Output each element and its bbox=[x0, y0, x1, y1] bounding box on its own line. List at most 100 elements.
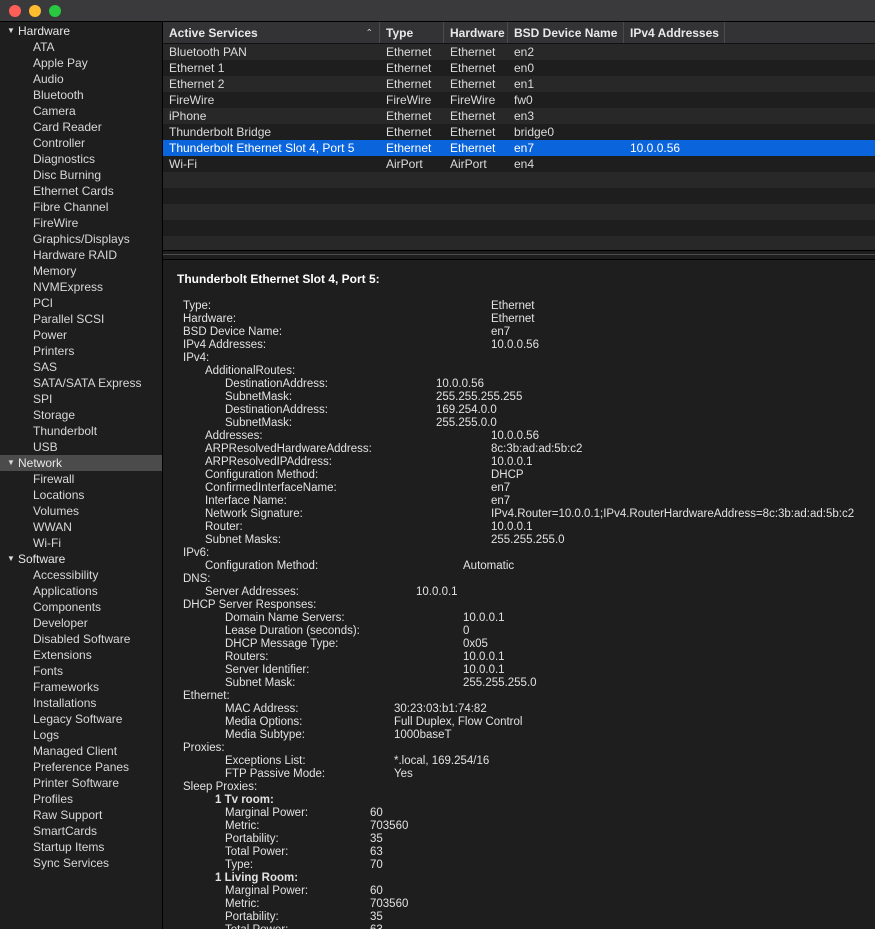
sidebar-item-legacy-software[interactable]: Legacy Software bbox=[0, 711, 162, 727]
pane-splitter[interactable] bbox=[163, 250, 875, 260]
sidebar-item-preference-panes[interactable]: Preference Panes bbox=[0, 759, 162, 775]
column-header-type[interactable]: Type bbox=[380, 22, 444, 43]
column-header-hardware[interactable]: Hardware bbox=[444, 22, 508, 43]
sidebar-item-usb[interactable]: USB bbox=[0, 439, 162, 455]
table-row[interactable]: Ethernet 2EthernetEtherneten1 bbox=[163, 76, 875, 92]
sidebar-item-bluetooth[interactable]: Bluetooth bbox=[0, 87, 162, 103]
sidebar-group-hardware[interactable]: ▼Hardware bbox=[0, 23, 162, 39]
table-row[interactable]: Ethernet 1EthernetEtherneten0 bbox=[163, 60, 875, 76]
sidebar-item-smartcards[interactable]: SmartCards bbox=[0, 823, 162, 839]
minimize-icon[interactable] bbox=[29, 5, 41, 17]
sidebar-item-firewall[interactable]: Firewall bbox=[0, 471, 162, 487]
sidebar[interactable]: ▼HardwareATAApple PayAudioBluetoothCamer… bbox=[0, 22, 163, 929]
services-table-body[interactable]: Bluetooth PANEthernetEtherneten2Ethernet… bbox=[163, 44, 875, 250]
detail-value: 60 bbox=[370, 807, 383, 820]
table-row-empty[interactable] bbox=[163, 204, 875, 220]
table-row[interactable]: FireWireFireWireFireWirefw0 bbox=[163, 92, 875, 108]
sidebar-item-disabled-software[interactable]: Disabled Software bbox=[0, 631, 162, 647]
detail-row: ARPResolvedIPAddress:10.0.0.1 bbox=[163, 456, 875, 469]
sidebar-item-thunderbolt[interactable]: Thunderbolt bbox=[0, 423, 162, 439]
sidebar-item-sas[interactable]: SAS bbox=[0, 359, 162, 375]
sidebar-item-power[interactable]: Power bbox=[0, 327, 162, 343]
sidebar-item-controller[interactable]: Controller bbox=[0, 135, 162, 151]
column-header-ipv4-addresses[interactable]: IPv4 Addresses bbox=[624, 22, 725, 43]
table-row[interactable]: Bluetooth PANEthernetEtherneten2 bbox=[163, 44, 875, 60]
column-header-spacer[interactable] bbox=[725, 22, 875, 43]
zoom-icon[interactable] bbox=[49, 5, 61, 17]
sidebar-item-graphics-displays[interactable]: Graphics/Displays bbox=[0, 231, 162, 247]
sidebar-item-sync-services[interactable]: Sync Services bbox=[0, 855, 162, 871]
sidebar-item-memory[interactable]: Memory bbox=[0, 263, 162, 279]
sidebar-item-managed-client[interactable]: Managed Client bbox=[0, 743, 162, 759]
sidebar-item-parallel-scsi[interactable]: Parallel SCSI bbox=[0, 311, 162, 327]
sidebar-item-sata-sata-express[interactable]: SATA/SATA Express bbox=[0, 375, 162, 391]
sidebar-item-logs[interactable]: Logs bbox=[0, 727, 162, 743]
column-header-bsd-device-name[interactable]: BSD Device Name bbox=[508, 22, 624, 43]
sidebar-item-locations[interactable]: Locations bbox=[0, 487, 162, 503]
sidebar-item-card-reader[interactable]: Card Reader bbox=[0, 119, 162, 135]
sidebar-item-diagnostics[interactable]: Diagnostics bbox=[0, 151, 162, 167]
sidebar-item-fibre-channel[interactable]: Fibre Channel bbox=[0, 199, 162, 215]
chevron-down-icon[interactable]: ▼ bbox=[7, 23, 16, 39]
sidebar-item-printers[interactable]: Printers bbox=[0, 343, 162, 359]
sidebar-item-profiles[interactable]: Profiles bbox=[0, 791, 162, 807]
sidebar-item-spi[interactable]: SPI bbox=[0, 391, 162, 407]
table-row[interactable]: iPhoneEthernetEtherneten3 bbox=[163, 108, 875, 124]
sidebar-item-label: Camera bbox=[33, 103, 76, 119]
chevron-down-icon[interactable]: ▼ bbox=[7, 455, 16, 471]
sidebar-item-printer-software[interactable]: Printer Software bbox=[0, 775, 162, 791]
sidebar-group-software[interactable]: ▼Software bbox=[0, 551, 162, 567]
sidebar-item-firewire[interactable]: FireWire bbox=[0, 215, 162, 231]
chevron-down-icon[interactable]: ▼ bbox=[7, 551, 16, 567]
sidebar-item-disc-burning[interactable]: Disc Burning bbox=[0, 167, 162, 183]
detail-label: 1 Living Room: bbox=[163, 872, 298, 885]
table-row-empty[interactable] bbox=[163, 188, 875, 204]
detail-value: 255.255.255.0 bbox=[491, 534, 565, 547]
sidebar-item-developer[interactable]: Developer bbox=[0, 615, 162, 631]
table-cell-bsd: en3 bbox=[508, 109, 624, 123]
table-row-empty[interactable] bbox=[163, 220, 875, 236]
sidebar-item-installations[interactable]: Installations bbox=[0, 695, 162, 711]
sidebar-item-extensions[interactable]: Extensions bbox=[0, 647, 162, 663]
sidebar-item-startup-items[interactable]: Startup Items bbox=[0, 839, 162, 855]
table-cell-type: Ethernet bbox=[380, 141, 444, 155]
sidebar-item-applications[interactable]: Applications bbox=[0, 583, 162, 599]
detail-row: MAC Address:30:23:03:b1:74:82 bbox=[163, 703, 875, 716]
sidebar-item-camera[interactable]: Camera bbox=[0, 103, 162, 119]
table-row-empty[interactable] bbox=[163, 172, 875, 188]
sidebar-item-raw-support[interactable]: Raw Support bbox=[0, 807, 162, 823]
sidebar-item-apple-pay[interactable]: Apple Pay bbox=[0, 55, 162, 71]
detail-label: SubnetMask: bbox=[163, 417, 292, 430]
table-row[interactable]: Thunderbolt BridgeEthernetEthernetbridge… bbox=[163, 124, 875, 140]
sidebar-item-ata[interactable]: ATA bbox=[0, 39, 162, 55]
sidebar-item-wwan[interactable]: WWAN bbox=[0, 519, 162, 535]
table-row[interactable]: Thunderbolt Ethernet Slot 4, Port 5Ether… bbox=[163, 140, 875, 156]
sidebar-item-ethernet-cards[interactable]: Ethernet Cards bbox=[0, 183, 162, 199]
sidebar-item-nvmexpress[interactable]: NVMExpress bbox=[0, 279, 162, 295]
close-icon[interactable] bbox=[9, 5, 21, 17]
detail-row: Marginal Power:60 bbox=[163, 807, 875, 820]
table-cell-hardware: AirPort bbox=[444, 157, 508, 171]
detail-label: MAC Address: bbox=[163, 703, 299, 716]
detail-value: IPv4.Router=10.0.0.1;IPv4.RouterHardware… bbox=[491, 508, 854, 521]
sidebar-item-storage[interactable]: Storage bbox=[0, 407, 162, 423]
sidebar-item-label: Sync Services bbox=[33, 855, 109, 871]
sidebar-item-volumes[interactable]: Volumes bbox=[0, 503, 162, 519]
sidebar-item-accessibility[interactable]: Accessibility bbox=[0, 567, 162, 583]
sidebar-item-wi-fi[interactable]: Wi-Fi bbox=[0, 535, 162, 551]
sidebar-group-network[interactable]: ▼Network bbox=[0, 455, 162, 471]
column-header-active-services[interactable]: Active Services ⌃ bbox=[163, 22, 380, 43]
table-row-empty[interactable] bbox=[163, 236, 875, 250]
sidebar-item-label: Storage bbox=[33, 407, 75, 423]
sidebar-item-pci[interactable]: PCI bbox=[0, 295, 162, 311]
sidebar-item-frameworks[interactable]: Frameworks bbox=[0, 679, 162, 695]
detail-label: ConfirmedInterfaceName: bbox=[163, 482, 337, 495]
sidebar-item-hardware-raid[interactable]: Hardware RAID bbox=[0, 247, 162, 263]
column-header-label: Hardware bbox=[450, 26, 505, 40]
detail-value: 63 bbox=[370, 846, 383, 859]
table-row[interactable]: Wi-FiAirPortAirPorten4 bbox=[163, 156, 875, 172]
sidebar-item-fonts[interactable]: Fonts bbox=[0, 663, 162, 679]
sidebar-item-components[interactable]: Components bbox=[0, 599, 162, 615]
detail-row: AdditionalRoutes: bbox=[163, 365, 875, 378]
sidebar-item-audio[interactable]: Audio bbox=[0, 71, 162, 87]
